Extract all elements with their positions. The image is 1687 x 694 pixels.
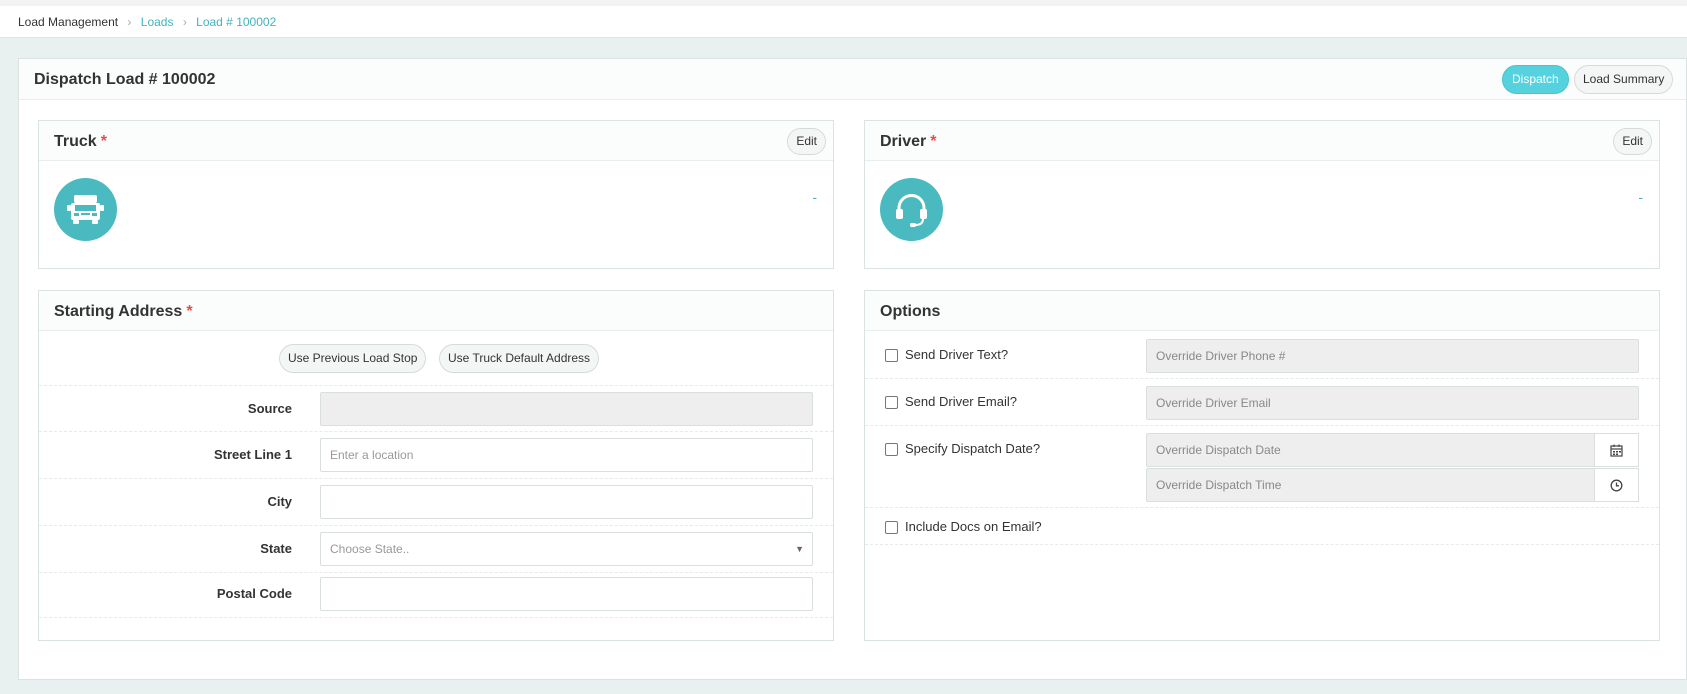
street-line-1-row: Street Line 1 Enter a location xyxy=(39,432,833,479)
truck-title-label: Truck xyxy=(54,133,97,150)
truck-title: Truck * xyxy=(54,133,107,151)
headset-icon xyxy=(896,194,927,227)
include-docs-on-email-checkbox[interactable] xyxy=(885,521,898,534)
breadcrumb-load-number[interactable]: Load # 100002 xyxy=(196,15,276,29)
send-driver-text-checkbox[interactable] xyxy=(885,349,898,362)
options-panel: Options Send Driver Text? Override Drive… xyxy=(864,290,1660,641)
send-driver-email-row: Send Driver Email? Override Driver Email xyxy=(865,379,1659,426)
options-title: Options xyxy=(880,303,941,320)
starting-address-panel: Starting Address * Use Previous Load Stop… xyxy=(38,290,834,641)
caret-down-icon: ▼ xyxy=(795,544,804,554)
calendar-button[interactable] xyxy=(1594,433,1639,467)
street-line-1-label: Street Line 1 xyxy=(213,447,292,462)
override-dispatch-time-input[interactable]: Override Dispatch Time xyxy=(1146,468,1639,502)
override-driver-phone-input[interactable]: Override Driver Phone # xyxy=(1146,339,1639,373)
driver-title-label: Driver xyxy=(880,133,927,150)
truck-panel-header: Truck * Edit xyxy=(39,121,833,161)
specify-dispatch-date-checkbox[interactable] xyxy=(885,443,898,456)
starting-address-title: Starting Address * xyxy=(54,303,193,321)
include-docs-on-email-label[interactable]: Include Docs on Email? xyxy=(905,519,1042,534)
include-docs-row: Include Docs on Email? xyxy=(865,508,1659,545)
driver-panel-header: Driver * Edit xyxy=(865,121,1659,161)
override-dispatch-time-placeholder: Override Dispatch Time xyxy=(1156,478,1282,492)
send-driver-email-label[interactable]: Send Driver Email? xyxy=(905,394,1017,409)
state-row: State Choose State.. ▼ xyxy=(39,526,833,573)
truck-value[interactable]: - xyxy=(812,189,817,205)
override-dispatch-date-input[interactable]: Override Dispatch Date xyxy=(1146,433,1639,467)
driver-title: Driver * xyxy=(880,133,936,151)
truck-icon xyxy=(67,195,104,224)
load-summary-button[interactable]: Load Summary xyxy=(1574,65,1674,94)
override-dispatch-date-placeholder: Override Dispatch Date xyxy=(1156,443,1281,457)
starting-address-header: Starting Address * xyxy=(39,291,833,331)
dispatch-load-card: Dispatch Load # 100002 Dispatch Load Sum… xyxy=(18,58,1687,680)
specify-dispatch-date-row: Specify Dispatch Date? Override Dispatch… xyxy=(865,426,1659,508)
top-bar: Load Management › Loads › Load # 100002 xyxy=(0,0,1687,38)
breadcrumb-loads[interactable]: Loads xyxy=(141,15,174,29)
send-driver-email-checkbox[interactable] xyxy=(885,396,898,409)
driver-edit-button[interactable]: Edit xyxy=(1613,128,1652,155)
postal-code-row: Postal Code xyxy=(39,571,833,618)
specify-dispatch-date-label[interactable]: Specify Dispatch Date? xyxy=(905,441,1040,456)
use-truck-default-address-button[interactable]: Use Truck Default Address xyxy=(439,344,600,373)
driver-avatar xyxy=(880,178,943,241)
breadcrumb-separator-icon: › xyxy=(182,15,187,29)
dispatch-button[interactable]: Dispatch xyxy=(1502,65,1569,94)
postal-code-label: Postal Code xyxy=(216,586,292,601)
source-row: Source xyxy=(39,385,833,432)
state-label: State xyxy=(260,541,292,556)
breadcrumb-separator-icon: › xyxy=(127,15,132,29)
page-title: Dispatch Load # 100002 xyxy=(34,71,216,88)
source-label: Source xyxy=(247,401,292,416)
breadcrumb: Load Management › Loads › Load # 100002 xyxy=(18,15,276,29)
send-driver-text-row: Send Driver Text? Override Driver Phone … xyxy=(865,332,1659,379)
send-driver-text-label[interactable]: Send Driver Text? xyxy=(905,347,1008,362)
state-select-placeholder: Choose State.. xyxy=(330,542,410,556)
dispatch-load-header: Dispatch Load # 100002 Dispatch Load Sum… xyxy=(19,59,1686,100)
street-line-1-input[interactable]: Enter a location xyxy=(320,438,813,472)
postal-code-input[interactable] xyxy=(320,577,813,611)
options-header: Options xyxy=(865,291,1659,331)
state-select[interactable]: Choose State.. ▼ xyxy=(320,532,813,566)
clock-button[interactable] xyxy=(1594,468,1639,502)
city-label: City xyxy=(267,494,292,509)
source-field xyxy=(320,392,813,426)
starting-address-title-label: Starting Address xyxy=(54,303,183,320)
truck-avatar xyxy=(54,178,117,241)
truck-edit-button[interactable]: Edit xyxy=(787,128,826,155)
breadcrumb-load-management[interactable]: Load Management xyxy=(18,15,118,29)
use-previous-load-stop-button[interactable]: Use Previous Load Stop xyxy=(279,344,427,373)
calendar-icon xyxy=(1610,444,1623,457)
city-input[interactable] xyxy=(320,485,813,519)
driver-panel: Driver * Edit - xyxy=(864,120,1660,269)
clock-icon xyxy=(1610,479,1623,492)
city-row: City xyxy=(39,479,833,526)
override-driver-email-input[interactable]: Override Driver Email xyxy=(1146,386,1639,420)
required-marker: * xyxy=(186,303,193,320)
driver-value[interactable]: - xyxy=(1638,189,1643,205)
required-marker: * xyxy=(930,133,937,150)
required-marker: * xyxy=(100,133,107,150)
truck-panel: Truck * Edit - xyxy=(38,120,834,269)
